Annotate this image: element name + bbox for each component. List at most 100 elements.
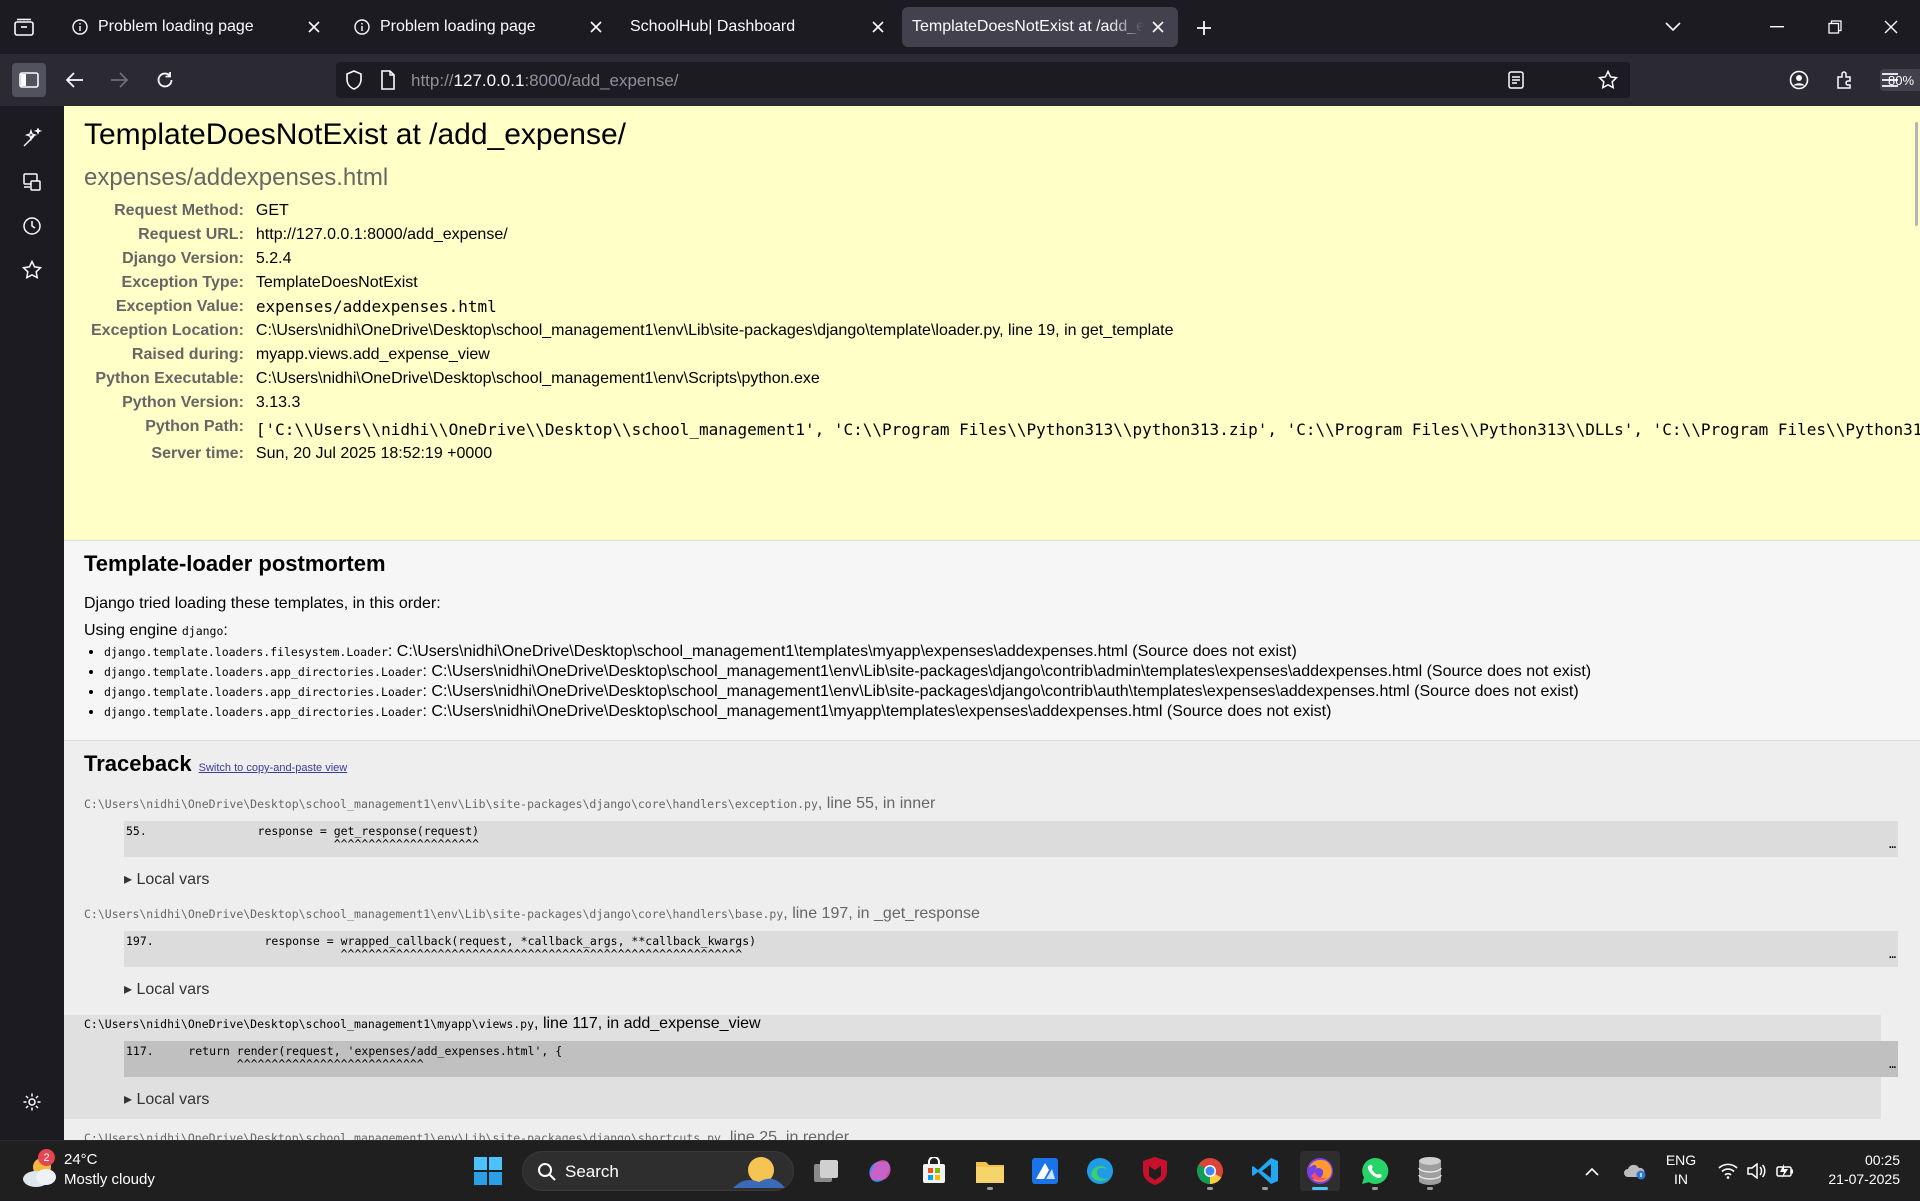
start-button[interactable]	[468, 1151, 508, 1191]
firefox-taskbar-icon[interactable]	[1300, 1151, 1340, 1191]
code-line: 197. response = wrapped_callback(request…	[126, 934, 757, 961]
shield-icon[interactable]	[344, 70, 364, 90]
meta-value: C:\Users\nidhi\OneDrive\Desktop\school_m…	[255, 322, 1174, 339]
window-close-icon[interactable]	[1874, 10, 1908, 44]
expand-context-ellipsis[interactable]: …	[1889, 838, 1896, 851]
loader-class: django.template.loaders.app_directories.…	[104, 685, 423, 699]
whatsapp-icon[interactable]	[1355, 1151, 1395, 1191]
back-icon[interactable]	[58, 63, 92, 97]
close-icon[interactable]	[1144, 13, 1172, 41]
switch-view-link[interactable]: Switch to copy-and-paste view	[199, 762, 348, 774]
python-path-value: ['C:\\Users\\nidhi\\OneDrive\\Desktop\\s…	[255, 420, 1920, 439]
page-icon[interactable]	[378, 70, 398, 90]
expand-context-ellipsis[interactable]: …	[1889, 948, 1896, 961]
engine-prefix: Using engine	[84, 622, 182, 639]
close-icon[interactable]	[864, 13, 892, 41]
tab-problem-loading-2[interactable]: Problem loading page	[340, 7, 616, 47]
azure-data-studio-icon[interactable]	[1025, 1151, 1065, 1191]
volume-icon[interactable]	[1742, 1141, 1770, 1201]
file-explorer-icon[interactable]	[970, 1151, 1010, 1191]
reader-view-icon[interactable]	[1506, 70, 1526, 90]
traceback-section: Traceback Switch to copy-and-paste view …	[64, 741, 1920, 1140]
meta-label: Python Version:	[122, 394, 244, 411]
edge-icon[interactable]	[1080, 1151, 1120, 1191]
frame-filename: C:\Users\nidhi\OneDrive\Desktop\school_m…	[84, 1015, 1861, 1033]
url-bar[interactable]: http://127.0.0.1:8000/add_expense/ 80%	[336, 62, 1920, 98]
meta-value: http://127.0.0.1:8000/add_expense/	[255, 226, 508, 243]
partial-frame-filename: C:\Users\nidhi\OneDrive\Desktop\school_m…	[84, 1129, 1900, 1140]
meta-label: Django Version:	[122, 250, 244, 267]
history-icon[interactable]	[18, 212, 46, 240]
close-icon[interactable]	[582, 13, 610, 41]
system-clock[interactable]: 00:25 21-07-2025	[1810, 1151, 1900, 1189]
frame-file: C:\Users\nidhi\OneDrive\Desktop\school_m…	[84, 907, 784, 921]
microsoft-store-icon[interactable]	[914, 1151, 954, 1191]
wifi-icon[interactable]	[1714, 1141, 1742, 1201]
frame-context-code[interactable]: 55. response = get_response(request) ^^^…	[124, 821, 1898, 857]
reload-icon[interactable]	[148, 63, 182, 97]
task-view-icon[interactable]	[806, 1151, 846, 1191]
region-code: IN	[1674, 1171, 1688, 1187]
firefox-view-icon[interactable]	[10, 13, 38, 41]
meta-label: Python Path:	[145, 418, 244, 435]
restore-icon[interactable]	[1818, 10, 1852, 44]
meta-value: expenses/addexpenses.html	[255, 297, 497, 316]
meta-row: Django Version: 5.2.4	[86, 248, 1920, 270]
onedrive-icon[interactable]	[1620, 1141, 1650, 1201]
meta-label: Server time:	[151, 445, 244, 462]
meta-label: Request URL:	[138, 226, 244, 243]
bookmarks-icon[interactable]	[18, 256, 46, 284]
server-time-value: Sun, 20 Jul 2025 18:52:19 +0000	[255, 445, 493, 462]
local-vars-toggle[interactable]: ▸ Local vars	[124, 979, 1900, 999]
input-language-indicator[interactable]: ENG IN	[1660, 1151, 1702, 1189]
bookmark-star-icon[interactable]	[1598, 70, 1618, 90]
meta-value: TemplateDoesNotExist	[255, 274, 418, 291]
error-summary: TemplateDoesNotExist at /add_expense/ ex…	[64, 106, 1920, 541]
meta-row: Raised during: myapp.views.add_expense_vi…	[86, 344, 1920, 366]
tab-schoolhub-dashboard[interactable]: SchoolHub| Dashboard	[622, 7, 898, 47]
traceback-frames: C:\Users\nidhi\OneDrive\Desktop\school_m…	[64, 795, 1900, 1119]
show-hidden-icons-chevron-icon[interactable]	[1580, 1141, 1604, 1201]
synced-tabs-icon[interactable]	[18, 168, 46, 196]
traceback-frame: C:\Users\nidhi\OneDrive\Desktop\school_m…	[84, 795, 1900, 889]
frame-file: C:\Users\nidhi\OneDrive\Desktop\school_m…	[84, 1131, 721, 1140]
chrome-icon[interactable]	[1190, 1151, 1230, 1191]
frame-context-code[interactable]: 197. response = wrapped_callback(request…	[124, 931, 1898, 967]
frame-context-code[interactable]: 117. return render(request, 'expenses/ad…	[124, 1041, 1898, 1077]
close-icon[interactable]	[300, 13, 328, 41]
loader-list-item: django.template.loaders.app_directories.…	[104, 662, 1900, 682]
weather-widget[interactable]: 2 24°C Mostly cloudy	[16, 1149, 176, 1193]
menu-icon[interactable]	[1873, 63, 1907, 97]
running-indicator	[1427, 1187, 1433, 1190]
frame-location: , line 197, in _get_response	[783, 905, 980, 922]
mcafee-icon[interactable]	[1135, 1151, 1175, 1191]
sidebar-toggle-icon[interactable]	[12, 63, 46, 97]
list-all-tabs-icon[interactable]	[1656, 10, 1690, 44]
forward-icon[interactable]	[102, 63, 136, 97]
copilot-icon[interactable]	[860, 1151, 900, 1191]
search-highlight-icon	[733, 1157, 785, 1188]
expand-context-ellipsis[interactable]: …	[1889, 1058, 1896, 1071]
taskbar-search[interactable]: Search	[522, 1151, 794, 1191]
ai-chatbot-icon[interactable]	[18, 124, 46, 152]
local-vars-toggle[interactable]: ▸ Local vars	[124, 869, 1900, 889]
account-icon[interactable]	[1782, 63, 1816, 97]
minimize-icon[interactable]	[1760, 10, 1794, 44]
settings-gear-icon[interactable]	[18, 1088, 46, 1116]
page-content[interactable]: TemplateDoesNotExist at /add_expense/ ex…	[64, 106, 1920, 1140]
loader-path: : C:\Users\nidhi\OneDrive\Desktop\school…	[422, 703, 1332, 720]
local-vars-toggle[interactable]: ▸ Local vars	[124, 1089, 1861, 1109]
tab-template-error[interactable]: TemplateDoesNotExist at /add_expense/	[902, 7, 1178, 47]
tab-problem-loading-1[interactable]: Problem loading page	[58, 7, 334, 47]
url-prefix: http://	[411, 71, 454, 90]
info-icon	[70, 17, 90, 37]
vscode-icon[interactable]	[1245, 1151, 1285, 1191]
extensions-icon[interactable]	[1828, 63, 1862, 97]
battery-charging-icon[interactable]	[1770, 1141, 1798, 1201]
database-icon[interactable]	[1410, 1151, 1450, 1191]
new-tab-button[interactable]	[1190, 14, 1218, 42]
code-line: 117. return render(request, 'expenses/ad…	[126, 1044, 563, 1071]
scrollbar-thumb[interactable]	[1915, 122, 1918, 226]
search-label: Search	[565, 1162, 619, 1181]
meta-value: C:\Users\nidhi\OneDrive\Desktop\school_m…	[255, 370, 820, 387]
